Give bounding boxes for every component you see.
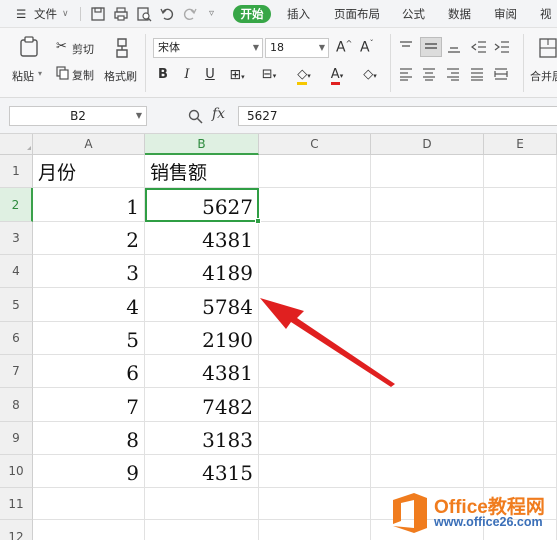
watermark-url: www.office26.com bbox=[434, 515, 543, 529]
red-arrow-icon bbox=[260, 298, 395, 387]
spreadsheet-app: ☰ 文件 ∨ ▿ 开始 插入 页面布局 公式 数据 审阅 视 粘贴 ▾ ✂ 剪切… bbox=[0, 0, 557, 540]
watermark: Office教程网 www.office26.com bbox=[382, 488, 557, 540]
annotation-arrow-layer bbox=[260, 298, 395, 387]
office-logo-icon bbox=[393, 493, 427, 533]
